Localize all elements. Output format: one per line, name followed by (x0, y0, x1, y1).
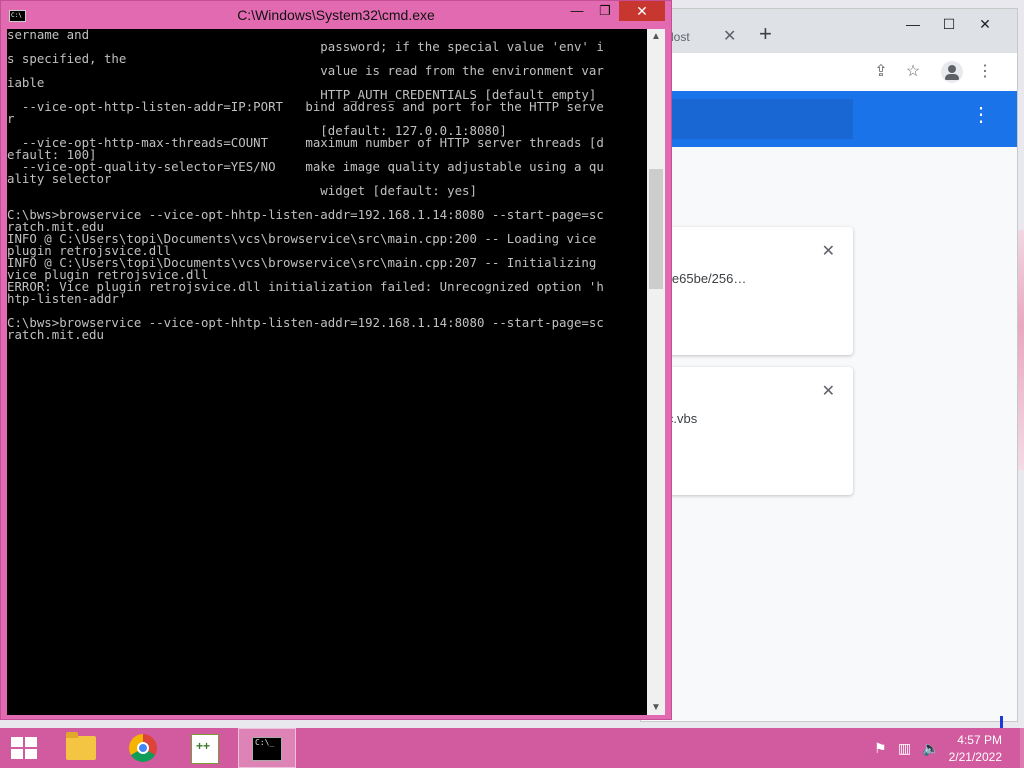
chrome-minimize-button[interactable]: — (895, 13, 931, 35)
clock-date[interactable]: 2/21/2022 (949, 750, 1002, 764)
downloads-list: set-2e65be/256… ✕ sonic.vbs ✕ (641, 147, 1017, 721)
taskbar-file-explorer[interactable] (52, 728, 110, 768)
console-text: sername and password; if the special val… (7, 29, 604, 342)
notepad-plus-plus-icon (191, 734, 219, 764)
action-center-flag-icon[interactable]: ⚑ (874, 740, 887, 757)
tab-close-icon[interactable]: ✕ (723, 26, 736, 46)
taskbar-cmd[interactable]: C:\_ (238, 728, 296, 768)
chrome-close-button[interactable]: ✕ (967, 13, 1003, 35)
chrome-window: lost ✕ + — ☐ ✕ ⇪ ☆ ⋮ ⋮ set-2e65be/256… ✕… (640, 8, 1018, 722)
download-item[interactable]: set-2e65be/256… ✕ (641, 227, 853, 355)
downloads-menu-icon[interactable]: ⋮ (971, 105, 991, 125)
cmd-window: C:\ C:\Windows\System32\cmd.exe — ❐ ✕ se… (0, 0, 672, 720)
windows-logo-icon (11, 737, 37, 759)
cmd-minimize-button[interactable]: — (563, 1, 591, 21)
show-desktop-button[interactable] (1020, 728, 1024, 768)
taskbar-notepad-plus-plus[interactable] (176, 728, 234, 768)
chrome-toolbar: ⇪ ☆ ⋮ (641, 53, 1017, 92)
cmd-titlebar[interactable]: C:\ C:\Windows\System32\cmd.exe — ❐ ✕ (1, 1, 671, 29)
scrollbar-thumb[interactable] (649, 169, 663, 289)
network-icon[interactable]: ▥ (898, 740, 911, 757)
cmd-icon: C:\_ (252, 737, 282, 761)
taskbar-chrome[interactable] (114, 728, 172, 768)
scroll-down-icon[interactable]: ▼ (651, 702, 661, 713)
tab-label: lost (671, 30, 690, 44)
console-scrollbar[interactable]: ▲ ▼ (647, 29, 665, 715)
scroll-up-icon[interactable]: ▲ (651, 31, 661, 42)
volume-muted-icon[interactable]: 🔈 (922, 740, 939, 757)
download-remove-icon[interactable]: ✕ (822, 241, 835, 261)
cmd-close-button[interactable]: ✕ (619, 1, 665, 21)
download-item[interactable]: sonic.vbs ✕ (641, 367, 853, 495)
cmd-restore-button[interactable]: ❐ (591, 1, 619, 21)
taskbar: C:\_ ⚑ ▥ 🔈 4:57 PM 2/21/2022 (0, 728, 1024, 768)
start-button[interactable] (0, 728, 58, 768)
chrome-menu-icon[interactable]: ⋮ (975, 62, 995, 82)
chrome-icon (129, 734, 157, 762)
share-icon[interactable]: ⇪ (871, 62, 891, 82)
chrome-maximize-button[interactable]: ☐ (931, 13, 967, 35)
download-remove-icon[interactable]: ✕ (822, 381, 835, 401)
downloads-search-bar[interactable] (641, 99, 853, 139)
folder-icon (66, 732, 96, 760)
downloads-header: ⋮ (641, 91, 1017, 147)
new-tab-button[interactable]: + (759, 23, 772, 45)
bookmark-star-icon[interactable]: ☆ (903, 62, 923, 82)
console-output[interactable]: sername and password; if the special val… (7, 29, 647, 715)
profile-avatar-icon[interactable] (941, 61, 963, 83)
chrome-titlebar: lost ✕ + — ☐ ✕ (641, 9, 1017, 53)
clock-time[interactable]: 4:57 PM (957, 733, 1002, 747)
